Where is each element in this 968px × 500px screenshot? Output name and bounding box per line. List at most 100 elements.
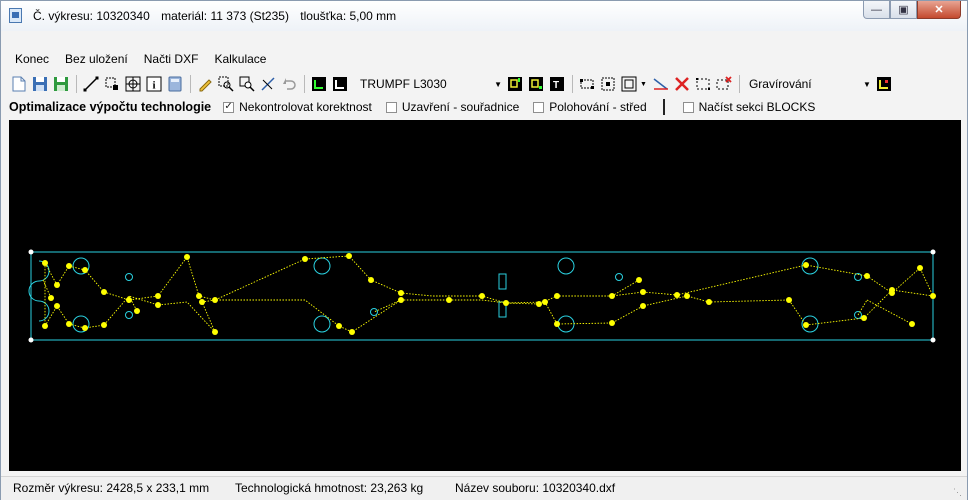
separator-bar bbox=[662, 99, 665, 115]
delete-joint-icon bbox=[716, 76, 732, 90]
toolbar-separator bbox=[738, 75, 740, 93]
machine-select[interactable]: TRUMPF L3030 ▼ bbox=[355, 75, 505, 93]
save-button[interactable] bbox=[30, 74, 50, 94]
contour-white-button[interactable] bbox=[330, 74, 350, 94]
select-tool-button[interactable] bbox=[102, 74, 122, 94]
close-icon: ✕ bbox=[934, 4, 944, 16]
drawing-number: Č. výkresu: 10320340 bbox=[33, 9, 150, 23]
menu-konec[interactable]: Konec bbox=[9, 52, 55, 66]
check-label: Nekontrolovat korektnost bbox=[239, 100, 372, 114]
application-window: Č. výkresu: 10320340 materiál: 11 373 (S… bbox=[0, 0, 968, 500]
check-uzavreni[interactable]: Uzavření - souřadnice bbox=[385, 100, 520, 114]
svg-text:i: i bbox=[152, 80, 155, 92]
frame-button-3[interactable] bbox=[619, 74, 639, 94]
pencil-button[interactable] bbox=[195, 74, 215, 94]
window-controls: — ▣ ✕ bbox=[863, 1, 961, 19]
tech-button-2[interactable] bbox=[526, 74, 546, 94]
toolbar: i TRUMPF L3030 ▼ T ▼ Gravírování ▼ bbox=[9, 73, 895, 95]
frame-dotted-icon bbox=[580, 79, 594, 89]
status-filename: Název souboru: 10320340.dxf bbox=[455, 481, 616, 495]
frame-button-1[interactable] bbox=[577, 74, 597, 94]
chevron-down-icon: ▼ bbox=[494, 79, 502, 89]
tech-yellow-icon bbox=[529, 77, 543, 91]
frame-grid-icon bbox=[621, 76, 637, 92]
info-button[interactable]: i bbox=[144, 74, 164, 94]
check-polohovani[interactable]: Polohování - střed bbox=[533, 100, 647, 114]
save-as-button[interactable] bbox=[51, 74, 71, 94]
micro-joint-button[interactable] bbox=[693, 74, 713, 94]
optimization-heading: Optimalizace výpočtu technologie bbox=[9, 100, 212, 114]
resize-grip-icon[interactable]: ⋱ bbox=[953, 487, 963, 497]
select-icon bbox=[105, 77, 118, 90]
check-label: Načíst sekci BLOCKS bbox=[698, 100, 816, 114]
contour-white-icon bbox=[333, 77, 347, 91]
zoom-window-icon bbox=[218, 76, 234, 92]
process-button[interactable] bbox=[874, 74, 894, 94]
target-icon bbox=[125, 76, 141, 92]
tech-button-3[interactable]: T bbox=[547, 74, 567, 94]
line-icon bbox=[83, 76, 99, 92]
status-drawing-size: Rozměr výkresu: 2428,5 x 233,1 mm bbox=[13, 481, 210, 495]
checkbox[interactable] bbox=[533, 101, 545, 113]
toolbar-separator bbox=[304, 75, 305, 93]
lead-in-button[interactable] bbox=[651, 74, 671, 94]
checkbox[interactable] bbox=[385, 101, 397, 113]
frame-button-2[interactable] bbox=[598, 74, 618, 94]
close-button[interactable]: ✕ bbox=[917, 1, 961, 19]
status-weight: Technologická hmotnost: 23,263 kg bbox=[235, 481, 424, 495]
new-file-button[interactable] bbox=[9, 74, 29, 94]
menu-bez-ulozeni[interactable]: Bez uložení bbox=[59, 52, 134, 66]
calculator-button[interactable] bbox=[165, 74, 185, 94]
scissors-icon bbox=[261, 77, 275, 91]
micro-joint-icon bbox=[695, 78, 710, 90]
check-nekontrolovat[interactable]: ✓ Nekontrolovat korektnost bbox=[223, 100, 372, 114]
calculator-icon bbox=[168, 76, 182, 92]
pencil-icon bbox=[199, 79, 212, 92]
zoom-icon bbox=[239, 76, 255, 92]
cut-path bbox=[42, 255, 934, 333]
frame-center-icon bbox=[601, 77, 615, 91]
delete-lead-button[interactable] bbox=[672, 74, 692, 94]
process-select[interactable]: Gravírování ▼ bbox=[743, 75, 874, 93]
menu-kalkulace[interactable]: Kalkulace bbox=[208, 52, 272, 66]
tech-button-1[interactable] bbox=[505, 74, 525, 94]
contour-icon bbox=[312, 77, 326, 91]
check-label: Polohování - střed bbox=[549, 100, 647, 114]
trim-button[interactable] bbox=[258, 74, 278, 94]
drawing-canvas[interactable] bbox=[9, 120, 961, 471]
undo-icon bbox=[283, 78, 296, 90]
contour-button[interactable] bbox=[309, 74, 329, 94]
save-icon bbox=[33, 77, 47, 91]
material: materiál: 11 373 (St235) bbox=[161, 9, 289, 23]
toolbar-separator bbox=[190, 75, 191, 93]
checkbox-checked[interactable]: ✓ bbox=[223, 101, 235, 113]
checkbox[interactable] bbox=[682, 101, 694, 113]
line-tool-button[interactable] bbox=[81, 74, 101, 94]
minimize-button[interactable]: — bbox=[863, 1, 890, 19]
svg-text:T: T bbox=[553, 80, 559, 91]
dxf-drawing bbox=[28, 249, 936, 343]
menu-nacti-dxf[interactable]: Načti DXF bbox=[138, 52, 205, 66]
undo-button[interactable] bbox=[279, 74, 299, 94]
target-tool-button[interactable] bbox=[123, 74, 143, 94]
app-icon bbox=[9, 8, 22, 23]
check-label: Uzavření - souřadnice bbox=[401, 100, 520, 114]
status-bar: Rozměr výkresu: 2428,5 x 233,1 mm Techno… bbox=[1, 476, 967, 500]
save-green-icon bbox=[54, 77, 68, 91]
minimize-icon: — bbox=[871, 3, 882, 16]
delete-joint-button[interactable] bbox=[714, 74, 734, 94]
zoom-button[interactable] bbox=[237, 74, 257, 94]
tech-text-icon: T bbox=[550, 77, 564, 91]
chevron-down-icon[interactable]: ▼ bbox=[640, 81, 647, 88]
window-title: Č. výkresu: 10320340 materiál: 11 373 (S… bbox=[33, 9, 404, 23]
delete-red-icon bbox=[675, 77, 689, 91]
check-blocks[interactable]: Načíst sekci BLOCKS bbox=[682, 100, 816, 114]
chevron-down-icon: ▼ bbox=[863, 79, 871, 89]
menu-bar: Konec Bez uložení Načti DXF Kalkulace bbox=[9, 49, 276, 69]
machine-select-value: TRUMPF L3030 bbox=[360, 77, 447, 91]
optimization-bar: Optimalizace výpočtu technologie ✓ Nekon… bbox=[9, 98, 829, 116]
zoom-window-button[interactable] bbox=[216, 74, 236, 94]
maximize-button[interactable]: ▣ bbox=[890, 1, 917, 19]
toolbar-separator bbox=[572, 75, 573, 93]
maximize-icon: ▣ bbox=[898, 4, 909, 16]
